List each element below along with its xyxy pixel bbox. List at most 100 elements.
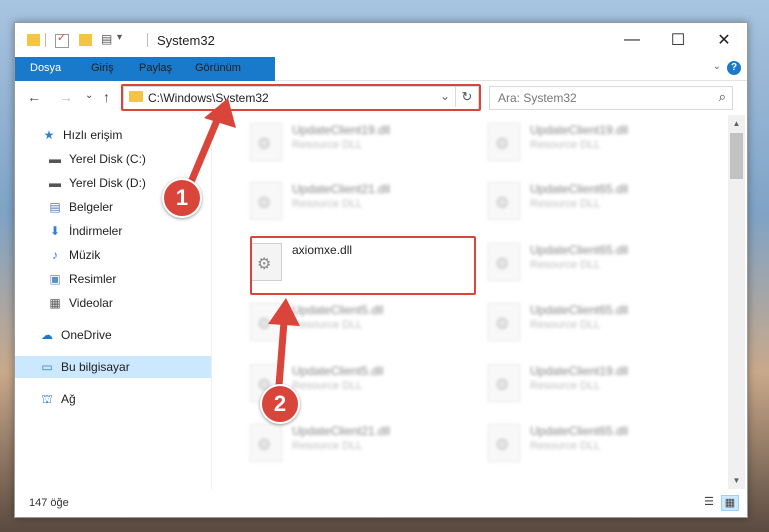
file-list: UpdateClient19.dll Resource DLL UpdateCl…	[212, 115, 728, 489]
dll-file-icon	[488, 364, 520, 402]
file-name: UpdateClient65.dll	[530, 303, 629, 317]
file-item[interactable]: UpdateClient65.dll Resource DLL	[480, 176, 710, 222]
sidebar-item-label: İndirmeler	[69, 224, 123, 238]
sidebar-item-quick-access[interactable]: ★ Hızlı erişim	[15, 124, 237, 146]
file-item[interactable]: UpdateClient19.dll Resource DLL	[480, 358, 710, 404]
file-item[interactable]: UpdateClient65.dll Resource DLL	[480, 418, 710, 464]
sidebar-item-label: Yerel Disk (D:)	[69, 176, 146, 190]
file-type: Resource DLL	[530, 319, 601, 331]
file-item[interactable]: UpdateClient21.dll Resource DLL	[242, 418, 472, 464]
file-type: Resource DLL	[292, 440, 363, 452]
download-icon: ⬇	[49, 224, 61, 238]
scrollbar-thumb[interactable]	[730, 133, 743, 179]
pictures-icon: ▣	[49, 272, 61, 286]
file-item[interactable]: UpdateClient21.dll Resource DLL	[242, 176, 472, 222]
sidebar-item-documents[interactable]: ▤ Belgeler ⯆	[15, 196, 243, 218]
scroll-up-icon[interactable]: ▲	[728, 115, 745, 132]
details-view-icon[interactable]: ☰	[701, 495, 717, 509]
sidebar-item-onedrive[interactable]: ☁ OneDrive	[15, 324, 235, 346]
sidebar-item-label: Videolar	[69, 296, 113, 310]
video-icon: ▦	[49, 296, 61, 310]
sidebar-item-label: Müzik	[69, 248, 101, 262]
ribbon-expand-icon[interactable]: ⌄	[713, 61, 721, 72]
sidebar-item-label: Bu bilgisayar	[61, 360, 130, 374]
file-name: UpdateClient65.dll	[530, 424, 629, 438]
navigation-pane: ★ Hızlı erişim ▬ Yerel Disk (C:) ▬ Yerel…	[15, 115, 239, 489]
up-icon[interactable]: ↑	[103, 89, 110, 105]
dll-file-icon	[250, 123, 282, 161]
file-name: UpdateClient19.dll	[530, 123, 629, 137]
sidebar-item-pictures[interactable]: ▣ Resimler ⯆	[15, 268, 243, 290]
window-title: System32	[157, 33, 215, 48]
dll-file-icon	[488, 123, 520, 161]
sidebar-item-label: Yerel Disk (C:)	[69, 152, 146, 166]
help-icon[interactable]: ?	[727, 61, 741, 75]
step-2-badge: 2	[260, 384, 300, 424]
maximize-button[interactable]: ☐	[655, 23, 701, 57]
file-item[interactable]: UpdateClient19.dll Resource DLL	[242, 117, 472, 163]
close-button[interactable]: ✕	[701, 23, 747, 57]
title-bar: ✓ ▤ ▾ System32 — ☐ ✕	[15, 23, 747, 57]
sidebar-item-label: Hızlı erişim	[63, 128, 123, 142]
music-icon: ♪	[52, 248, 58, 262]
drive-icon: ▬	[49, 176, 61, 190]
network-icon: ⛫	[41, 392, 53, 406]
drive-icon: ▬	[49, 152, 61, 166]
tab-share[interactable]: Paylaş	[129, 57, 182, 80]
file-type: Resource DLL	[292, 380, 363, 392]
sidebar-item-videos[interactable]: ▦ Videolar ⯆	[15, 292, 243, 314]
search-icon[interactable]: ⌕	[719, 89, 726, 105]
sidebar-item-network[interactable]: ⛫ Ağ	[15, 388, 235, 410]
search-placeholder: Ara: System32	[498, 91, 577, 105]
sidebar-item-label: OneDrive	[61, 328, 112, 342]
minimize-button[interactable]: —	[609, 23, 655, 57]
star-icon: ★	[43, 128, 55, 142]
documents-icon: ▤	[49, 200, 61, 214]
file-item[interactable]: UpdateClient65.dll Resource DLL	[480, 297, 710, 343]
sidebar-item-label: Belgeler	[69, 200, 114, 214]
scroll-down-icon[interactable]: ▼	[728, 472, 745, 489]
forward-icon[interactable]: →	[59, 89, 73, 105]
file-type: Resource DLL	[292, 198, 363, 210]
vertical-scrollbar[interactable]: ▲ ▼	[728, 115, 745, 489]
sidebar-item-this-pc[interactable]: ▭ Bu bilgisayar	[15, 356, 235, 378]
ribbon-tabs: Dosya Giriş Paylaş Görünüm ⌄ ?	[15, 57, 747, 103]
sidebar-item-downloads[interactable]: ⬇ İndirmeler ⯆	[15, 220, 243, 242]
file-name: UpdateClient5.dll	[292, 364, 384, 378]
file-name: UpdateClient19.dll	[530, 364, 629, 378]
file-item[interactable]: UpdateClient5.dll Resource DLL	[242, 297, 472, 343]
dll-file-icon	[250, 303, 282, 341]
file-name: UpdateClient65.dll	[530, 243, 629, 257]
folder-icon	[27, 34, 40, 46]
dll-file-icon	[250, 182, 282, 220]
file-name: UpdateClient21.dll	[292, 182, 391, 196]
file-type: Resource DLL	[292, 139, 363, 151]
file-type: Resource DLL	[530, 440, 601, 452]
dll-file-icon	[488, 243, 520, 281]
file-item[interactable]: UpdateClient19.dll Resource DLL	[480, 117, 710, 163]
qat-separator-2	[147, 33, 148, 47]
file-name: UpdateClient5.dll	[292, 303, 384, 317]
qat-dropdown-icon[interactable]: ▾	[117, 32, 122, 48]
tab-home[interactable]: Giriş	[81, 57, 124, 80]
back-icon[interactable]: ←	[27, 89, 41, 105]
view-options-icon[interactable]: ▤	[101, 32, 112, 48]
cloud-icon: ☁	[41, 328, 53, 342]
tab-view[interactable]: Görünüm	[185, 57, 251, 80]
file-type: Resource DLL	[292, 319, 363, 331]
tiles-view-icon[interactable]: ▦	[721, 495, 739, 511]
file-type: Resource DLL	[530, 380, 601, 392]
sidebar-item-local-disk-d[interactable]: ▬ Yerel Disk (D:)	[15, 172, 243, 194]
new-folder-icon[interactable]	[79, 34, 92, 46]
sidebar-item-local-disk-c[interactable]: ▬ Yerel Disk (C:)	[15, 148, 243, 170]
status-bar: 147 öğe ☰ ▦	[15, 489, 747, 517]
file-explorer-window: ✓ ▤ ▾ System32 — ☐ ✕ Dosya Giriş Paylaş …	[14, 22, 748, 518]
dll-file-icon	[250, 424, 282, 462]
item-count: 147 öğe	[29, 497, 69, 509]
search-box[interactable]: Ara: System32 ⌕	[489, 86, 733, 110]
recent-locations-icon[interactable]: ⌄	[85, 90, 93, 101]
address-row: ← → ⌄ ↑ C:\Windows\System32 ⌄ ↻ Ara: Sys…	[15, 81, 747, 115]
dll-file-icon	[488, 303, 520, 341]
file-item[interactable]: UpdateClient65.dll Resource DLL	[480, 237, 710, 283]
sidebar-item-music[interactable]: ♪ Müzik ⯆	[15, 244, 243, 266]
